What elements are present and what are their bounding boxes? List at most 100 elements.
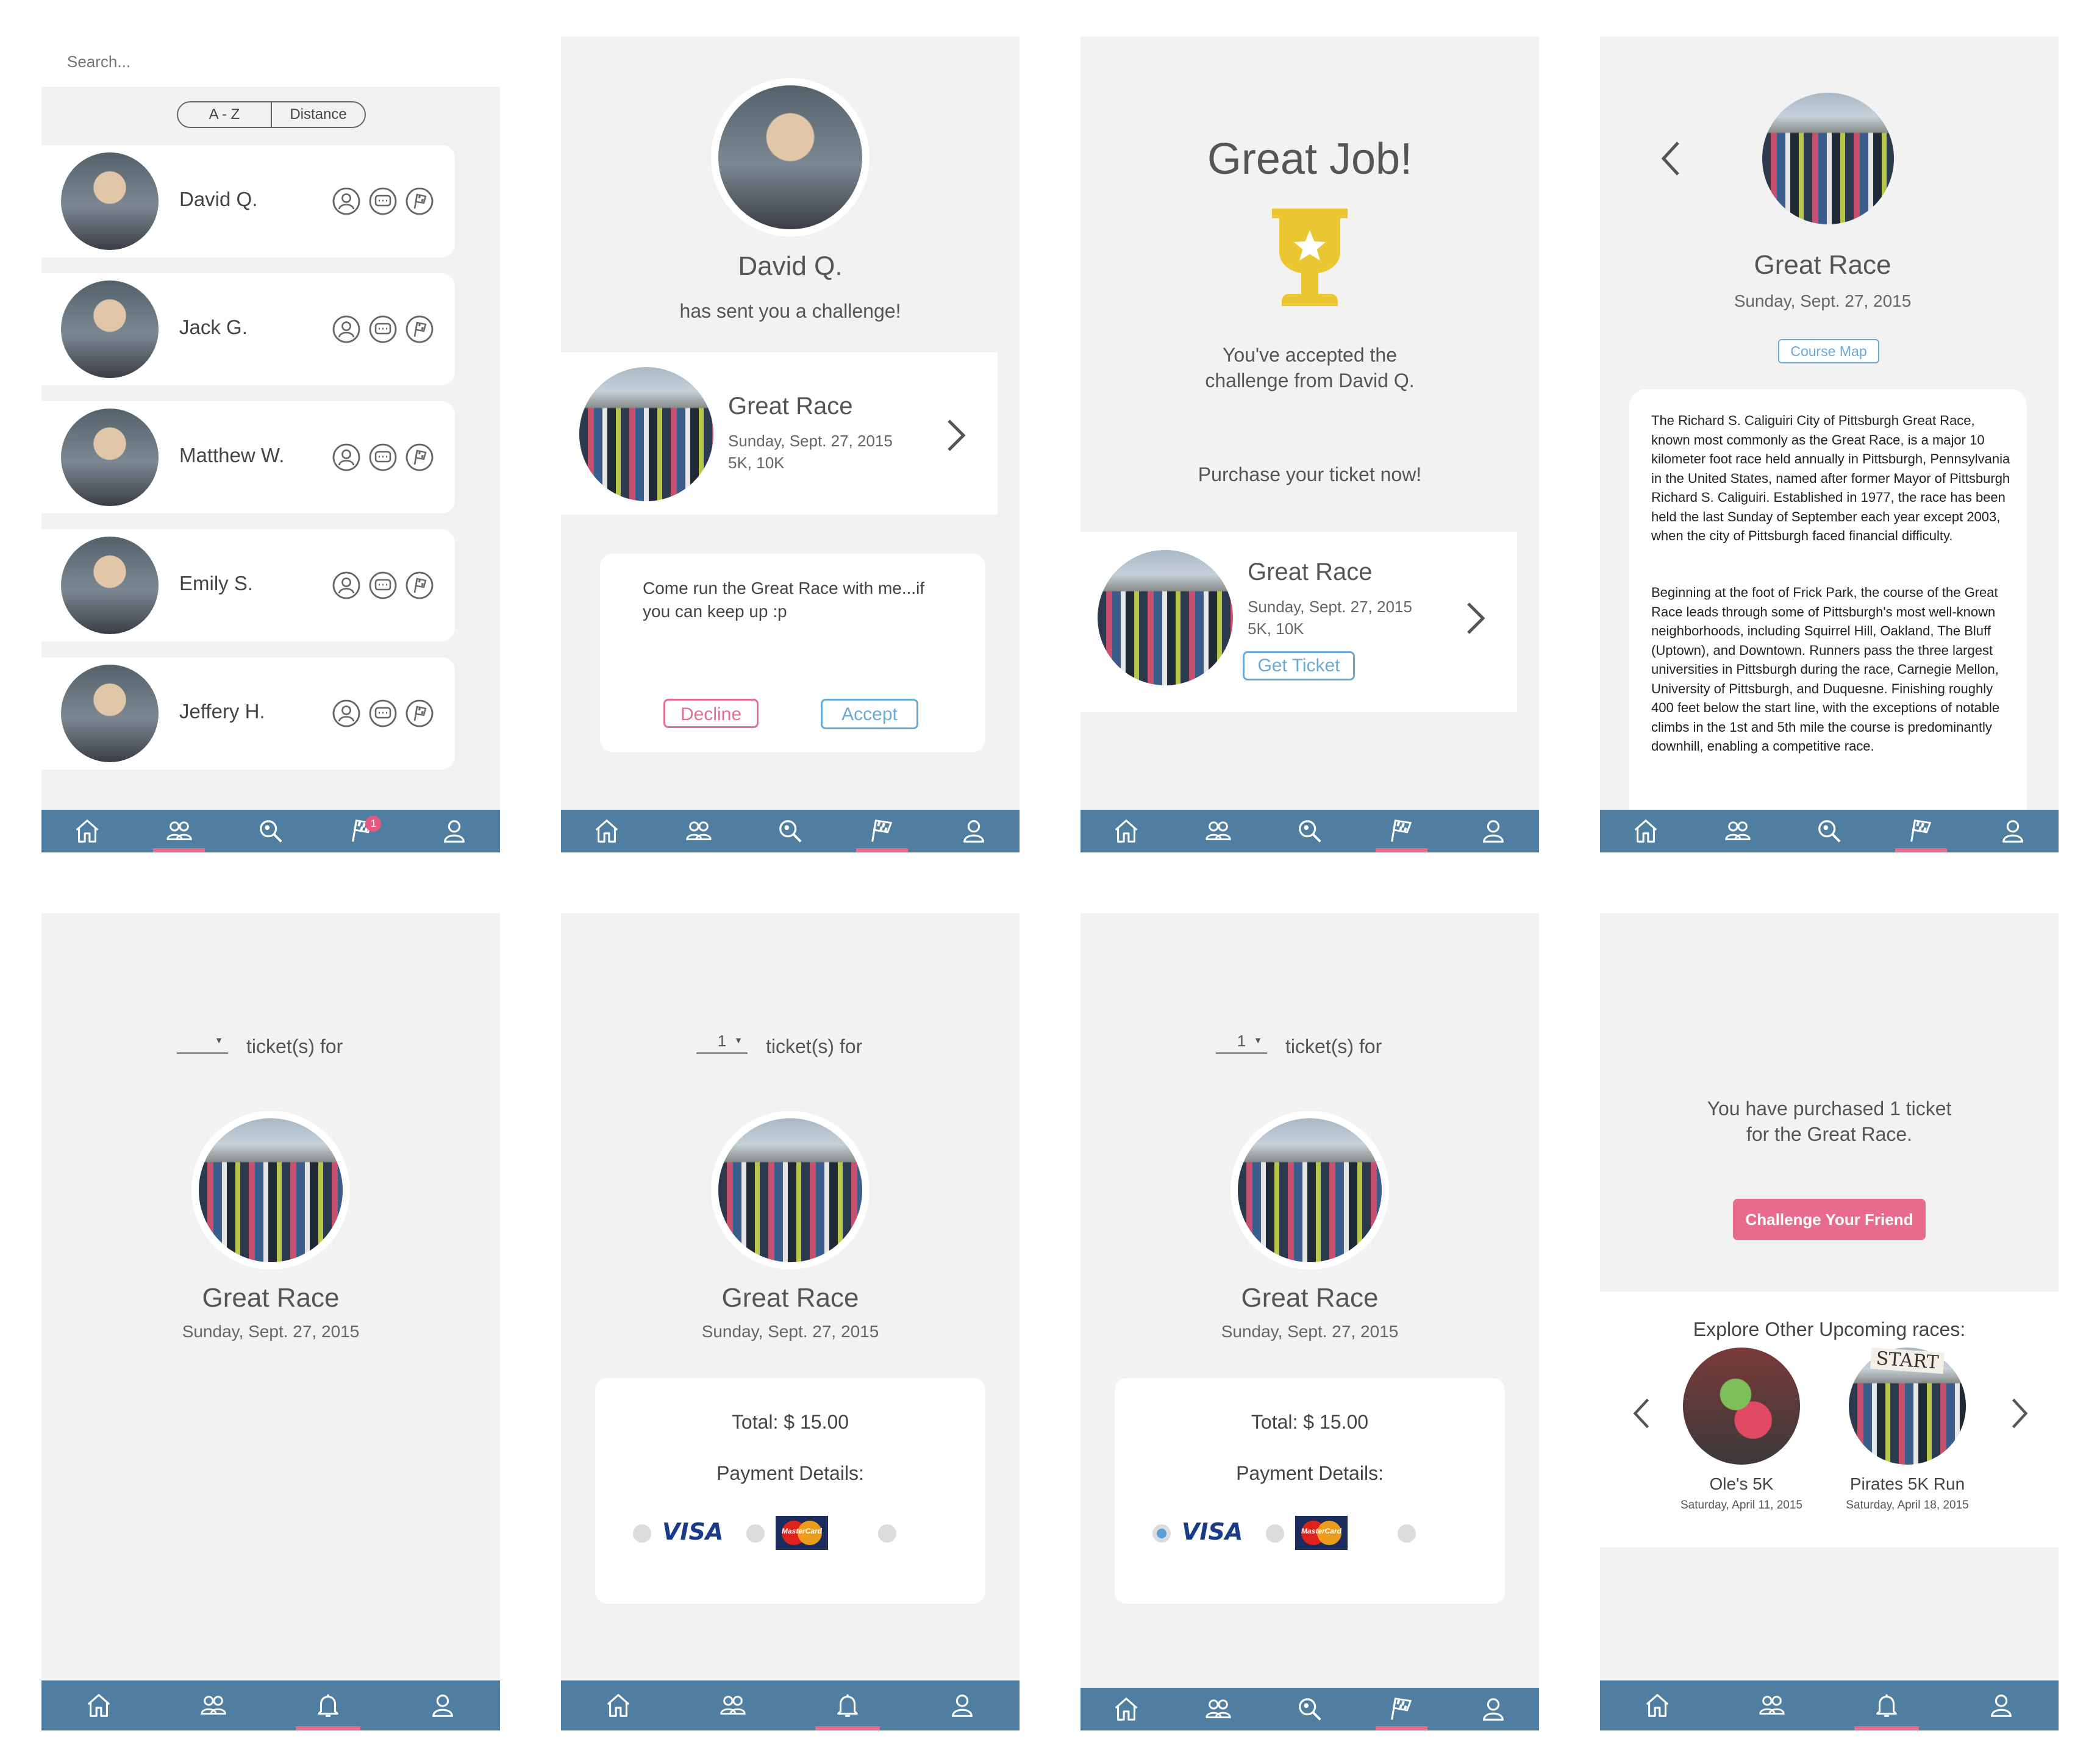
- sort-az-button[interactable]: A - Z: [178, 102, 272, 127]
- race-thumb-oles-5k[interactable]: [1683, 1348, 1800, 1465]
- nav-active-indicator: [815, 1726, 880, 1730]
- bell-icon: [834, 1691, 862, 1719]
- get-ticket-button[interactable]: Get Ticket: [1243, 651, 1355, 680]
- challenge-flag-icon[interactable]: [405, 315, 434, 344]
- carousel-next-icon[interactable]: [2009, 1396, 2031, 1430]
- race-name: Great Race: [721, 1283, 859, 1313]
- nav-home[interactable]: [1081, 1688, 1172, 1730]
- carousel-prev-icon[interactable]: [1631, 1396, 1652, 1430]
- nav-home[interactable]: [1081, 810, 1172, 852]
- search-input[interactable]: [66, 49, 434, 74]
- other-payment-radio[interactable]: [1398, 1524, 1416, 1543]
- challenge-flag-icon[interactable]: [405, 699, 434, 728]
- challenge-flag-icon[interactable]: [405, 443, 434, 472]
- chevron-right-icon[interactable]: [1463, 600, 1488, 637]
- nav-friends[interactable]: [652, 810, 744, 852]
- profile-circle-icon[interactable]: [332, 315, 361, 344]
- other-payment-radio[interactable]: [878, 1524, 896, 1543]
- nav-races[interactable]: [1356, 810, 1447, 852]
- nav-friends[interactable]: [1715, 1680, 1829, 1730]
- back-chevron-icon[interactable]: [1659, 139, 1683, 178]
- nav-friends[interactable]: [1172, 1688, 1263, 1730]
- chat-icon[interactable]: [368, 443, 398, 472]
- friends-icon: [165, 817, 193, 845]
- chat-icon[interactable]: [368, 699, 398, 728]
- profile-circle-icon[interactable]: [332, 571, 361, 600]
- nav-active-indicator: [296, 1726, 360, 1730]
- accepted-screen: Great Job! You've accepted the challenge…: [1081, 37, 1539, 852]
- course-map-button[interactable]: Course Map: [1778, 339, 1879, 363]
- chevron-right-icon[interactable]: [944, 417, 968, 454]
- friends-icon: [1724, 817, 1752, 845]
- challenge-flag-icon[interactable]: [405, 571, 434, 600]
- decline-button[interactable]: Decline: [663, 699, 759, 728]
- race-photo: [1231, 1111, 1389, 1269]
- nav-races[interactable]: 1: [316, 810, 408, 852]
- nav-profile[interactable]: [1448, 810, 1539, 852]
- nav-home[interactable]: [1600, 1680, 1715, 1730]
- challenge-friend-button[interactable]: Challenge Your Friend: [1733, 1199, 1926, 1240]
- nav-home[interactable]: [41, 1680, 156, 1730]
- visa-radio[interactable]: [1152, 1524, 1171, 1543]
- nav-search[interactable]: [1264, 810, 1356, 852]
- nav-search[interactable]: [1784, 810, 1875, 852]
- friend-row[interactable]: David Q.: [41, 145, 455, 257]
- nav-profile[interactable]: [1448, 1688, 1539, 1730]
- nav-home[interactable]: [1600, 810, 1691, 852]
- profile-circle-icon[interactable]: [332, 699, 361, 728]
- nav-notifications[interactable]: [271, 1680, 385, 1730]
- nav-home[interactable]: [41, 810, 133, 852]
- home-icon: [1112, 1695, 1140, 1723]
- profile-circle-icon[interactable]: [332, 187, 361, 216]
- accept-button[interactable]: Accept: [821, 699, 918, 729]
- nav-profile[interactable]: [1967, 810, 2059, 852]
- ticket-quantity-select[interactable]: 1 ▼: [696, 1032, 748, 1054]
- nav-home[interactable]: [561, 810, 652, 852]
- race-date: Saturday, April 18, 2015: [1846, 1499, 1969, 1512]
- search-icon: [1296, 817, 1324, 845]
- friend-row[interactable]: Emily S.: [41, 529, 455, 641]
- nav-friends[interactable]: [1691, 810, 1783, 852]
- nav-races[interactable]: [836, 810, 927, 852]
- nav-profile[interactable]: [928, 810, 1020, 852]
- nav-search[interactable]: [225, 810, 316, 852]
- profile-circle-icon[interactable]: [332, 443, 361, 472]
- sort-distance-button[interactable]: Distance: [272, 102, 365, 127]
- nav-profile[interactable]: [409, 810, 500, 852]
- mastercard-radio[interactable]: [746, 1524, 765, 1543]
- nav-notifications[interactable]: [790, 1680, 905, 1730]
- purchase-confirmation-1: You have purchased 1 ticket: [1707, 1098, 1952, 1119]
- nav-search[interactable]: [745, 810, 836, 852]
- ticket-quantity-select[interactable]: 1 ▼: [1216, 1032, 1267, 1054]
- mastercard-radio[interactable]: [1266, 1524, 1284, 1543]
- nav-home[interactable]: [561, 1680, 676, 1730]
- race-date: Sunday, Sept. 27, 2015: [1734, 291, 1912, 310]
- chat-icon[interactable]: [368, 571, 398, 600]
- friend-row[interactable]: Jack G.: [41, 273, 455, 385]
- nav-active-indicator: [1376, 848, 1427, 852]
- ticket-quantity-select[interactable]: ▼: [177, 1032, 228, 1054]
- nav-profile[interactable]: [385, 1680, 500, 1730]
- nav-profile[interactable]: [1944, 1680, 2059, 1730]
- visa-radio[interactable]: [633, 1524, 651, 1543]
- chat-icon[interactable]: [368, 187, 398, 216]
- nav-friends[interactable]: [156, 1680, 271, 1730]
- friend-row[interactable]: Jeffery H.: [41, 657, 455, 770]
- nav-races[interactable]: [1875, 810, 1966, 852]
- nav-friends[interactable]: [1172, 810, 1263, 852]
- nav-friends[interactable]: [133, 810, 224, 852]
- race-flag-icon: [1387, 1695, 1415, 1723]
- bottom-nav: [1600, 1680, 2059, 1730]
- nav-friends[interactable]: [676, 1680, 790, 1730]
- search-bar[interactable]: [41, 37, 500, 87]
- race-card[interactable]: Great Race Sunday, Sept. 27, 2015 5K, 10…: [561, 352, 998, 515]
- home-icon: [1112, 817, 1140, 845]
- race-card[interactable]: Great Race Sunday, Sept. 27, 2015 5K, 10…: [1081, 532, 1517, 712]
- friend-row[interactable]: Matthew W.: [41, 401, 455, 513]
- nav-races[interactable]: [1356, 1688, 1447, 1730]
- nav-notifications[interactable]: [1829, 1680, 1944, 1730]
- nav-profile[interactable]: [905, 1680, 1020, 1730]
- chat-icon[interactable]: [368, 315, 398, 344]
- nav-search[interactable]: [1264, 1688, 1356, 1730]
- challenge-flag-icon[interactable]: [405, 187, 434, 216]
